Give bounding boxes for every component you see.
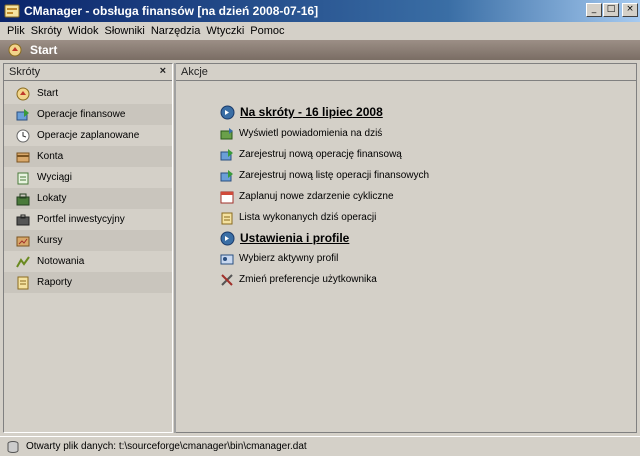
sidebar-item-label: Kursy [37,235,63,246]
profile-icon [220,254,234,264]
action-label: Zmień preferencje użytkownika [239,274,377,285]
sidebar-item-label: Operacje finansowe [37,109,126,120]
quotes-icon [16,255,30,267]
sidebar-item-label: Wyciągi [37,172,72,183]
action-plan-cyclic-event[interactable]: Zaplanuj nowe zdarzenie cykliczne [176,186,636,207]
section-title-label: Ustawienia i profile [240,231,350,245]
sidebar-item-wyciagi[interactable]: Wyciągi [4,167,172,188]
action-label: Lista wykonanych dziś operacji [239,212,377,223]
sidebar-item-raporty[interactable]: Raporty [4,272,172,293]
actions-panel-title: Akcje [181,66,208,78]
section-shortcuts: Na skróty - 16 lipiec 2008 [220,103,383,121]
reports-icon [17,276,29,289]
arrow-circle-icon [220,231,235,245]
sidebar-item-label: Notowania [37,256,85,267]
sidebar-item-start[interactable]: Start [4,83,172,104]
actions-panel-header: Akcje [176,64,636,81]
database-icon [7,440,19,453]
sidebar-item-label: Lokaty [37,193,67,204]
menu-wtyczki[interactable]: Wtyczki [203,25,247,37]
maximize-button[interactable]: □ [603,3,619,17]
section-settings-title[interactable]: Ustawienia i profile [220,229,349,247]
accounts-icon [16,152,30,162]
sidebar-item-konta[interactable]: Konta [4,146,172,167]
status-bar: Otwarty plik danych: t:\sourceforge\cman… [0,436,640,456]
action-label: Zarejestruj nową operację finansową [239,149,402,160]
app-icon [4,4,20,18]
clock-icon [16,129,30,142]
window-titlebar[interactable]: CManager - obsługa finansów [na dzień 20… [0,0,640,22]
sidebar-item-label: Konta [37,151,64,162]
close-button[interactable]: × [622,3,638,17]
section-settings: Ustawienia i profile [220,229,349,247]
sidebar-item-lokaty[interactable]: Lokaty [4,188,172,209]
portfolio-icon [16,214,30,225]
action-label: Zaplanuj nowe zdarzenie cykliczne [239,191,394,202]
sidebar-item-label: Raporty [37,277,73,288]
sidebar-item-label: Start [37,88,59,99]
menu-slowniki[interactable]: Słowniki [101,25,147,37]
calendar-icon [220,191,234,203]
start-icon [8,43,22,57]
operations-icon [16,108,29,120]
action-show-notifications[interactable]: Wyświetl powiadomienia na dziś [176,123,636,144]
page-title: Start [30,43,58,57]
action-list-today-operations[interactable]: Lista wykonanych dziś operacji [176,207,636,228]
menu-widok[interactable]: Widok [65,25,102,37]
section-title-label: Na skróty - 16 lipiec 2008 [240,105,383,119]
shortcuts-panel: Skróty × Start Operacje finansowe Operac… [3,63,173,433]
window-title: CManager - obsługa finansów [na dzień 20… [24,4,319,18]
sidebar-item-operacje-zaplanowane[interactable]: Operacje zaplanowane [4,125,172,146]
close-panel-icon[interactable]: × [160,65,166,77]
sidebar-item-label: Operacje zaplanowane [37,130,140,141]
menu-pomoc[interactable]: Pomoc [247,25,287,37]
action-label: Zarejestruj nową listę operacji finansow… [239,170,430,181]
operation-icon [220,148,233,160]
tools-icon [221,273,233,286]
statements-icon [17,172,29,184]
shortcuts-panel-title: Skróty [9,66,41,78]
menu-plik[interactable]: Plik [4,25,28,37]
sidebar-item-label: Portfel inwestycyjny [37,214,125,225]
sidebar-item-portfel-inwestycyjny[interactable]: Portfel inwestycyjny [4,209,172,230]
sidebar-item-operacje-finansowe[interactable]: Operacje finansowe [4,104,172,125]
status-text: Otwarty plik danych: t:\sourceforge\cman… [26,441,307,452]
action-select-profile[interactable]: Wybierz aktywny profil [176,248,636,269]
actions-panel: Akcje Na skróty - 16 lipiec 2008 Wyświet… [176,63,637,433]
action-label: Wybierz aktywny profil [239,253,339,264]
start-icon [16,87,30,100]
notifications-icon [220,127,233,139]
shortcuts-panel-header: Skróty × [4,64,172,81]
action-label: Wyświetl powiadomienia na dziś [239,128,383,139]
minimize-button[interactable]: _ [586,3,602,17]
page-header: Start [0,40,640,60]
section-shortcuts-title[interactable]: Na skróty - 16 lipiec 2008 [220,103,383,121]
action-register-operation[interactable]: Zarejestruj nową operację finansową [176,144,636,165]
menu-skroty[interactable]: Skróty [28,25,65,37]
rates-icon [16,236,30,246]
action-register-operation-list[interactable]: Zarejestruj nową listę operacji finansow… [176,165,636,186]
sidebar-item-kursy[interactable]: Kursy [4,230,172,251]
operation-list-icon [220,169,233,181]
sidebar-item-notowania[interactable]: Notowania [4,251,172,272]
arrow-circle-icon [220,105,235,119]
action-user-preferences[interactable]: Zmień preferencje użytkownika [176,269,636,290]
menu-narzedzia[interactable]: Narzędzia [148,25,204,37]
deposits-icon [16,193,30,205]
list-icon [221,212,233,224]
menu-bar: Plik Skróty Widok Słowniki Narzędzia Wty… [0,22,640,40]
